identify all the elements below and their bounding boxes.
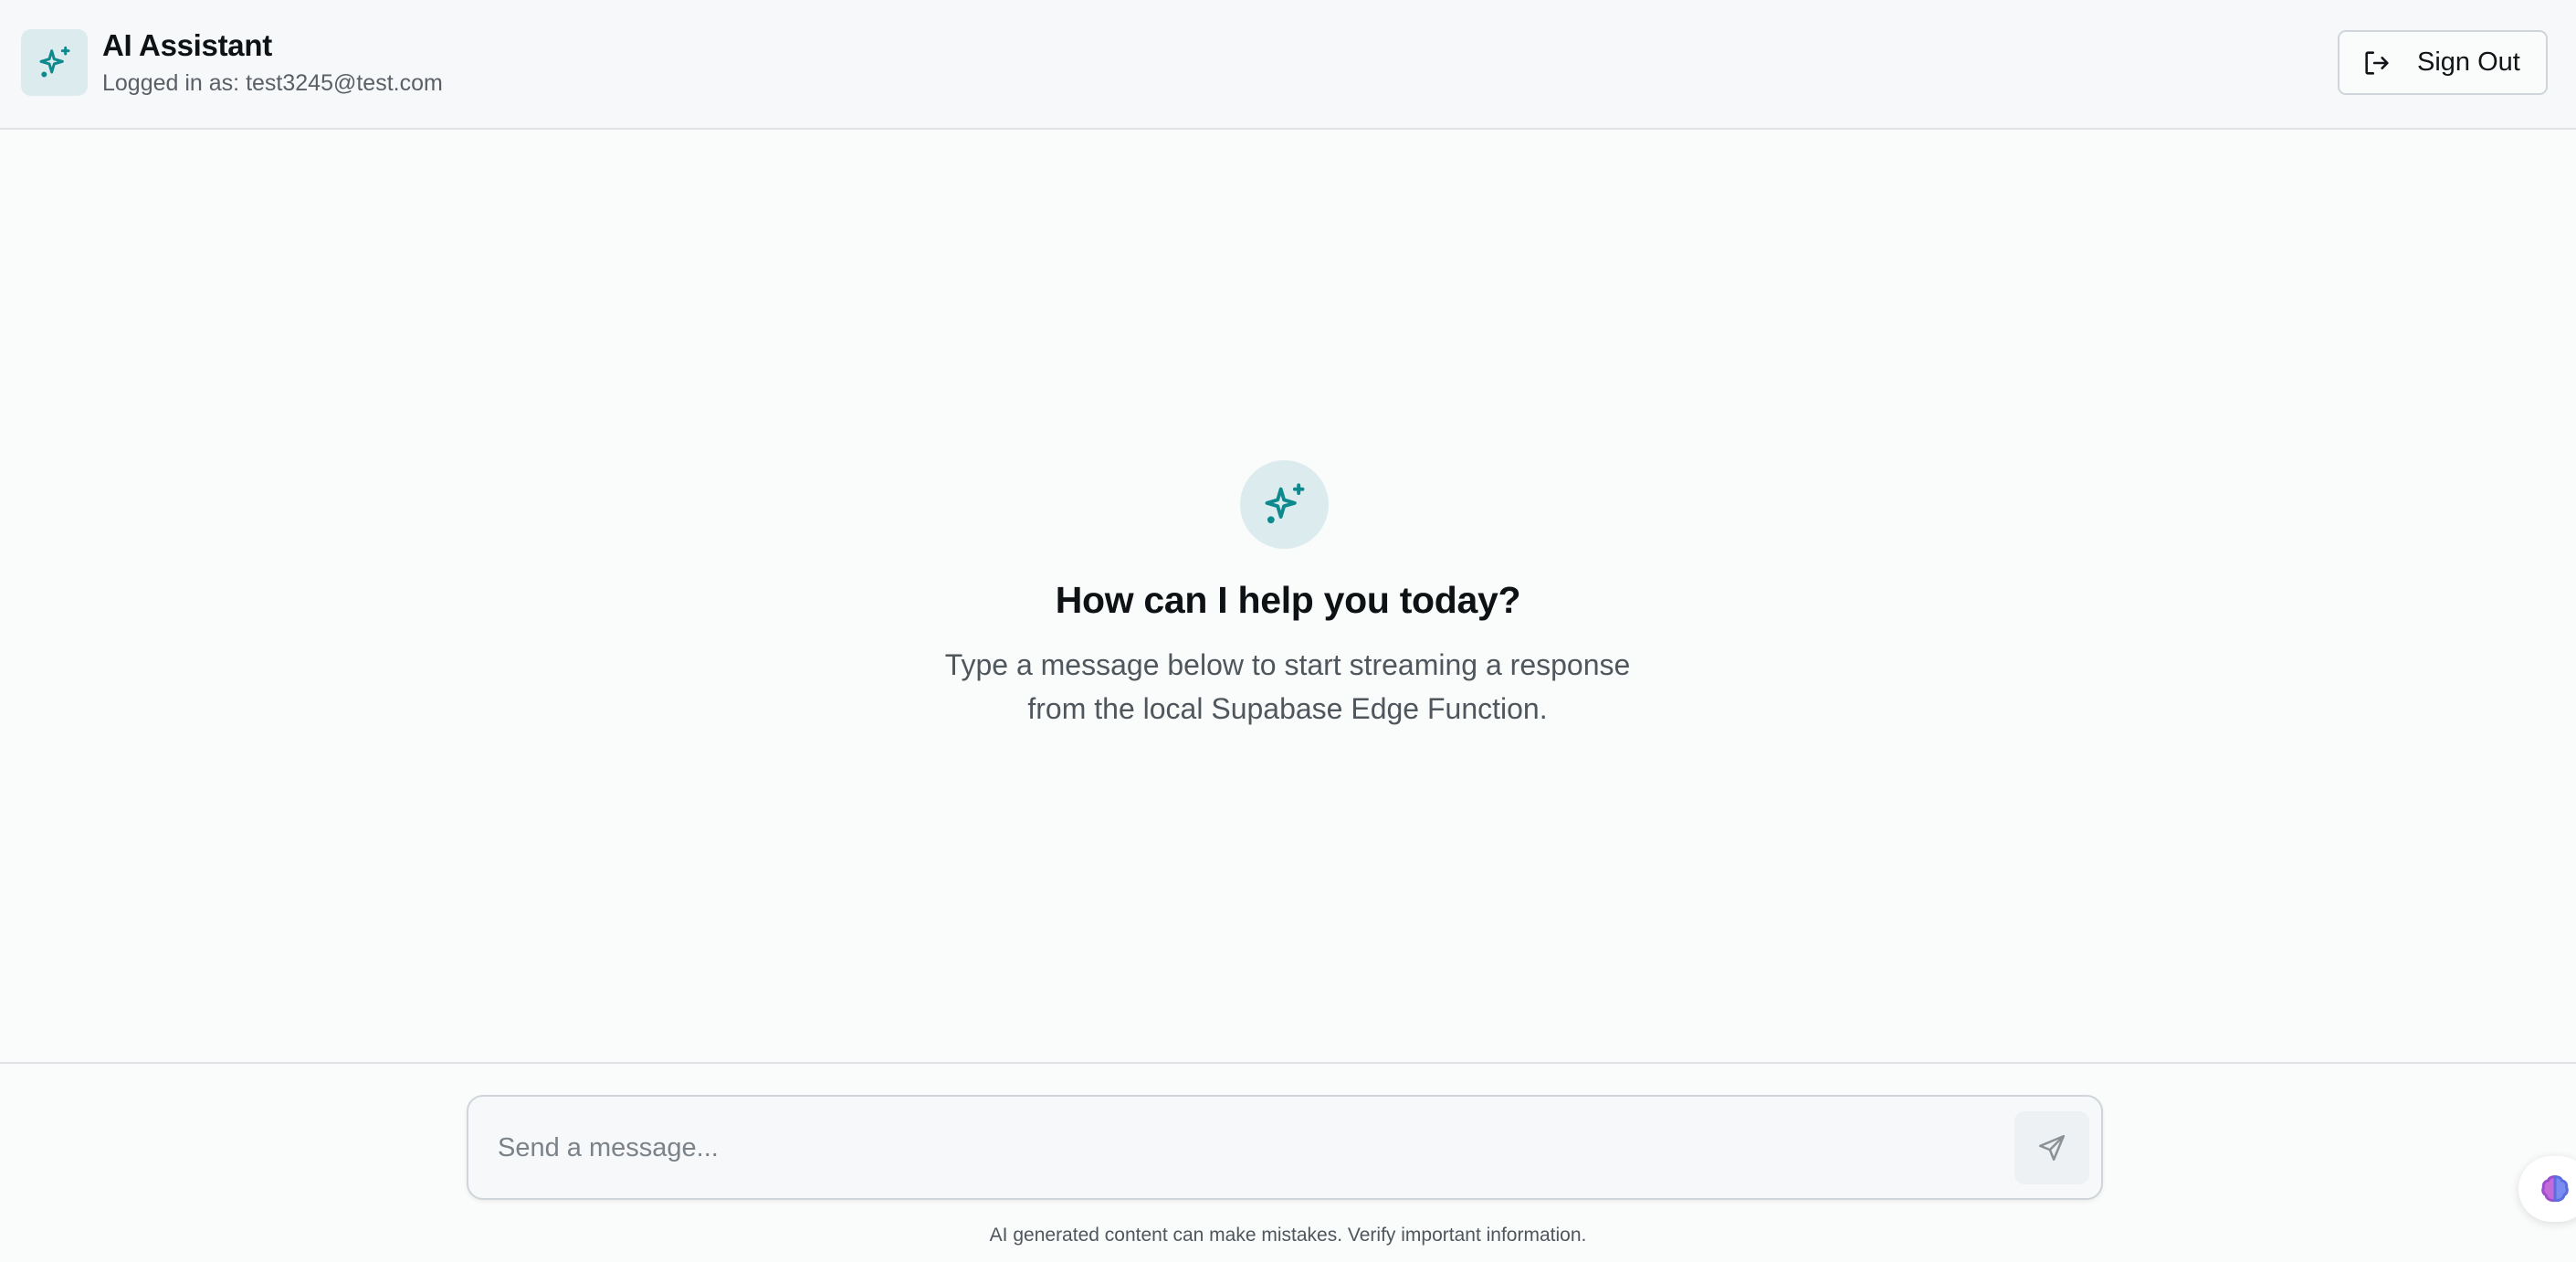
log-out-icon bbox=[2361, 47, 2392, 79]
message-composer bbox=[467, 1095, 2103, 1200]
sign-out-label: Sign Out bbox=[2417, 47, 2520, 77]
logged-in-user: Logged in as: test3245@test.com bbox=[102, 70, 443, 96]
empty-state-subtitle: Type a message below to start streaming … bbox=[944, 648, 1631, 725]
empty-state-title: How can I help you today? bbox=[1055, 579, 1521, 621]
sparkles-icon bbox=[39, 46, 69, 78]
app-header: AI Assistant Logged in as: test3245@test… bbox=[0, 0, 2576, 130]
sparkles-icon bbox=[1265, 482, 1304, 523]
composer-footer: AI generated content can make mistakes. … bbox=[0, 1062, 2576, 1262]
send-icon bbox=[2038, 1134, 2066, 1162]
empty-state-icon bbox=[1240, 460, 1329, 549]
ai-disclaimer: AI generated content can make mistakes. … bbox=[989, 1225, 1587, 1246]
brain-icon bbox=[2541, 1175, 2569, 1203]
app-logo bbox=[21, 29, 88, 96]
chat-area: How can I help you today? Type a message… bbox=[0, 131, 2576, 1062]
send-button[interactable] bbox=[2014, 1111, 2089, 1184]
app-title: AI Assistant bbox=[102, 28, 272, 62]
floating-assistant-widget[interactable] bbox=[2518, 1156, 2576, 1222]
sign-out-button[interactable]: Sign Out bbox=[2338, 30, 2548, 95]
message-input[interactable] bbox=[498, 1124, 1995, 1172]
